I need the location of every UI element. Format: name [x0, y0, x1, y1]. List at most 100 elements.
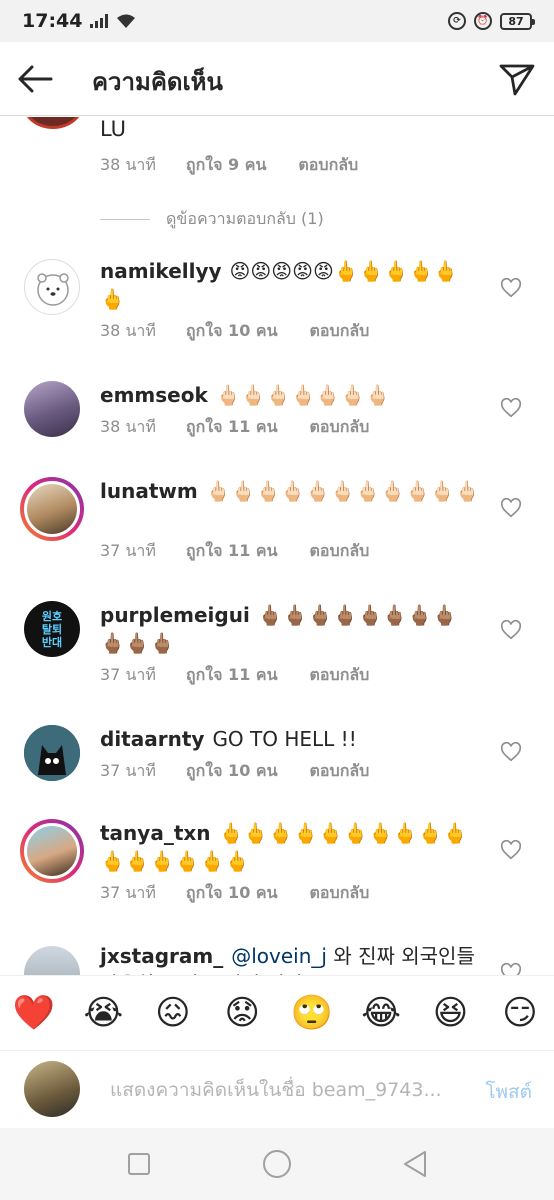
comment-username[interactable]: ditaarnty [100, 727, 204, 751]
alarm-icon: ⏰ [474, 12, 492, 30]
comment-likes[interactable]: ถูกใจ 9 คน [186, 153, 266, 178]
view-replies-button[interactable]: ดูข้อความตอบกลับ (1) [100, 207, 324, 232]
comment-username[interactable]: lunatwm [100, 479, 198, 503]
emoji-smirk-button[interactable]: 😏 [500, 993, 540, 1033]
avatar-with-story-ring[interactable] [20, 819, 84, 883]
comment-meta: 38 นาที ถูกใจ 11 คน ตอบกลับ [100, 415, 369, 440]
comment-composer: โพสต์ [0, 1050, 554, 1128]
avatar-with-story-ring[interactable] [20, 477, 84, 541]
share-button[interactable] [496, 58, 538, 100]
avatar[interactable] [24, 259, 80, 315]
comment-likes[interactable]: ถูกใจ 10 คน [186, 319, 278, 344]
emoji-crying-button[interactable]: 😭 [83, 993, 124, 1033]
comment-username[interactable]: tanya_txn [100, 821, 211, 845]
divider [100, 219, 150, 220]
triangle-back-icon [404, 1151, 426, 1177]
comment-mention[interactable]: @lovein_j [231, 944, 327, 968]
comment-time: 38 นาที [100, 155, 156, 174]
reply-button[interactable]: ตอบกลับ [310, 663, 370, 688]
comment-body: jxstagram_@lovein_j 와 진짜 외국인들 반응하는 거 보면서… [100, 942, 480, 975]
avatar-text: 원호 탈퇴 반대 [41, 609, 63, 649]
comment-time: 37 นาที [100, 883, 156, 902]
emoji-heart-button[interactable]: ❤️ [13, 993, 55, 1033]
comment-meta: 37 นาที ถูกใจ 11 คน ตอบกลับ [100, 539, 369, 564]
header: ความคิดเห็น [0, 42, 554, 116]
signal-icon [90, 14, 109, 28]
comments-list[interactable]: LU 38 นาที ถูกใจ 9 คน ตอบกลับ ดูข้อความต… [0, 117, 554, 975]
like-heart-icon[interactable] [500, 497, 522, 519]
page-title: ความคิดเห็น [92, 68, 223, 96]
reply-button[interactable]: ตอบกลับ [310, 539, 370, 564]
comment-body: purplemeigui 🖕🏽🖕🏽🖕🏽🖕🏽🖕🏽🖕🏽🖕🏽🖕🏽🖕🏽🖕🏽🖕🏽 [100, 601, 480, 657]
comment-username[interactable]: purplemeigui [100, 603, 250, 627]
polar-bear-avatar-icon [37, 273, 69, 306]
avatar[interactable] [24, 381, 80, 437]
emoji-confounded-button[interactable]: 😖 [153, 993, 193, 1033]
wifi-icon [117, 14, 136, 28]
reply-button[interactable]: ตอบกลับ [310, 415, 370, 440]
reply-button[interactable]: ตอบกลับ [310, 319, 370, 344]
comment-time: 37 นาที [100, 761, 156, 780]
comment-time: 37 นาที [100, 541, 156, 560]
comment-meta: 37 นาที ถูกใจ 10 คน ตอบกลับ [100, 881, 369, 906]
my-avatar [24, 1061, 80, 1117]
back-button[interactable] [14, 58, 56, 100]
back-arrow-icon [18, 65, 53, 93]
emoji-joy-button[interactable]: 😂 [361, 993, 401, 1033]
emoji-laughing-button[interactable]: 😆 [431, 993, 471, 1033]
comment-likes[interactable]: ถูกใจ 11 คน [186, 415, 278, 440]
lock-rotation-icon: ⟳ [448, 12, 466, 30]
emoji-worried-button[interactable]: 😟 [222, 993, 262, 1033]
avatar-image [24, 823, 80, 879]
comment-body: emmseok 🖕🏻🖕🏻🖕🏻🖕🏻🖕🏻🖕🏻🖕🏻 [100, 381, 480, 409]
post-button[interactable]: โพสต์ [485, 1077, 532, 1107]
comment-time: 38 นาที [100, 321, 156, 340]
like-heart-icon[interactable] [500, 962, 522, 975]
battery-indicator: 87 [500, 12, 535, 30]
comment-time: 37 นาที [100, 665, 156, 684]
comment-meta: 38 นาที ถูกใจ 10 คน ตอบกลับ [100, 319, 369, 344]
emoji-eye-roll-button[interactable]: 🙄 [291, 993, 333, 1033]
recents-button[interactable] [122, 1147, 156, 1181]
avatar-image [24, 481, 80, 537]
comment-input[interactable] [110, 1073, 460, 1107]
comment-body: lunatwm 🖕🏻🖕🏻🖕🏻🖕🏻🖕🏻🖕🏻🖕🏻🖕🏻🖕🏻🖕🏻🖕🏻 [100, 477, 480, 505]
comment-body: ditaarnty GO TO HELL !! [100, 725, 480, 753]
comment-username[interactable]: emmseok [100, 383, 208, 407]
comment-likes[interactable]: ถูกใจ 10 คน [186, 759, 278, 784]
comment-username[interactable]: jxstagram_ [100, 944, 223, 968]
view-replies-label: ดูข้อความตอบกลับ (1) [166, 209, 324, 228]
comment-text: 🖕🏻🖕🏻🖕🏻🖕🏻🖕🏻🖕🏻🖕🏻 [215, 383, 391, 407]
back-nav-button[interactable] [398, 1147, 432, 1181]
reply-button[interactable]: ตอบกลับ [310, 881, 370, 906]
square-icon [128, 1153, 150, 1175]
status-time: 17:44 [22, 10, 83, 32]
comment-likes[interactable]: ถูกใจ 10 คน [186, 881, 278, 906]
emoji-quick-bar: ❤️ 😭 😖 😟 🙄 😂 😆 😏 [0, 975, 554, 1050]
comment-text: LU [100, 117, 127, 141]
paper-plane-icon [499, 64, 535, 96]
comment-meta: 37 นาที ถูกใจ 11 คน ตอบกลับ [100, 663, 369, 688]
comment-body: namikellyy 😡😡😡😡😡🖕🖕🖕🖕🖕🖕 [100, 257, 480, 313]
comment-time: 38 นาที [100, 417, 156, 436]
like-heart-icon[interactable] [500, 397, 522, 419]
like-heart-icon[interactable] [500, 619, 522, 641]
comment-meta: 38 นาที ถูกใจ 9 คน ตอบกลับ [100, 153, 358, 178]
avatar[interactable] [24, 946, 80, 975]
reply-button[interactable]: ตอบกลับ [310, 759, 370, 784]
circle-icon [263, 1150, 291, 1178]
like-heart-icon[interactable] [500, 741, 522, 763]
avatar[interactable] [24, 725, 80, 781]
comment-likes[interactable]: ถูกใจ 11 คน [186, 663, 278, 688]
avatar[interactable]: 원호 탈퇴 반대 [24, 601, 80, 657]
status-bar: 17:44 ⟳ ⏰ 87 [0, 0, 554, 42]
comment-username[interactable]: namikellyy [100, 259, 222, 283]
comment-text: GO TO HELL !! [212, 727, 357, 751]
comment-body: tanya_txn 🖕🖕🖕🖕🖕🖕🖕🖕🖕🖕🖕🖕🖕🖕🖕🖕 [100, 819, 480, 875]
comment-likes[interactable]: ถูกใจ 11 คน [186, 539, 278, 564]
avatar[interactable] [22, 117, 84, 129]
reply-button[interactable]: ตอบกลับ [298, 153, 358, 178]
like-heart-icon[interactable] [500, 839, 522, 861]
home-button[interactable] [260, 1147, 294, 1181]
like-heart-icon[interactable] [500, 277, 522, 299]
